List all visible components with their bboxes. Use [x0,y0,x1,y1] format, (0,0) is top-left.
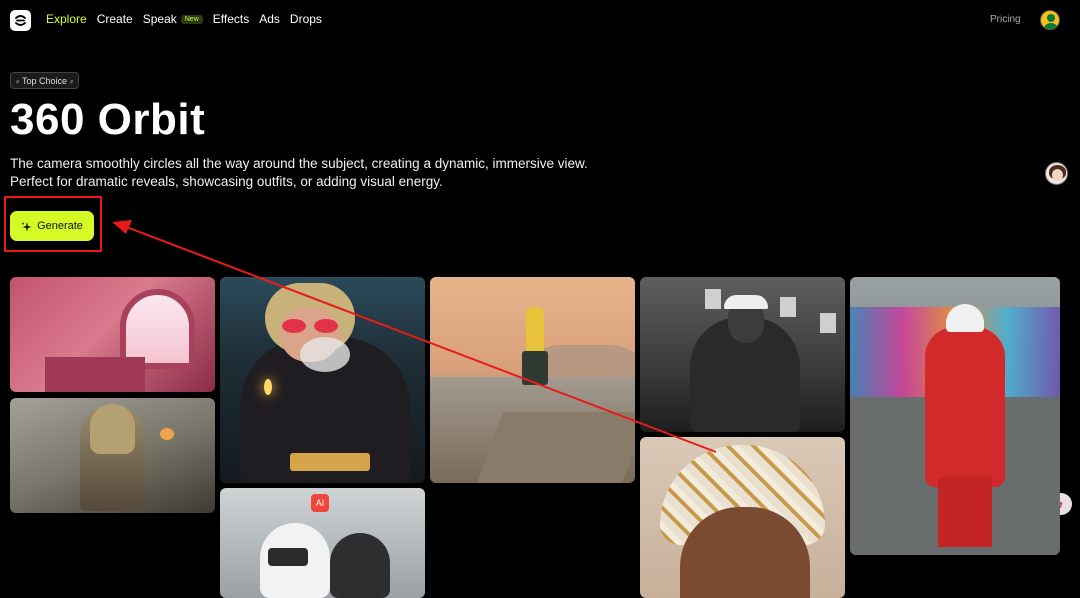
gallery-tile-pier[interactable] [430,277,635,483]
tile-skirt-shape [522,351,548,385]
nav-pricing[interactable]: Pricing [990,14,1021,25]
gallery-tile-robot[interactable]: AI [220,488,425,598]
tile-flame-shape [264,379,272,395]
tile-book-shape [290,453,370,471]
gallery-tile-knight[interactable] [10,398,215,513]
tile-fire-shape [160,428,174,440]
tile-poster-shape [820,313,836,333]
user-avatar[interactable] [1040,10,1060,30]
laurel-right-icon: ⸗ [70,75,74,86]
tile-legs-shape [938,477,992,547]
app-logo-icon[interactable] [10,10,31,31]
tile-poster-shape [705,289,721,309]
top-choice-tag: ⸗ Top Choice ⸗ [10,72,80,89]
new-badge: New [180,15,203,24]
tile-tracksuit-shape [925,327,1005,487]
tile-poster-shape [780,297,796,317]
gallery-tile-pink-room[interactable] [10,277,215,392]
tile-table-shape [45,357,145,392]
tile-girl-shape [526,307,544,355]
annotation-highlight-box [4,196,102,252]
avatar-head-shape [1047,14,1055,22]
gallery-tile-bw-portrait[interactable] [640,277,845,432]
tile-cap-shape [724,295,768,309]
top-nav: Explore Create Speak New Effects Ads Drop… [0,0,1080,40]
tile-smoke-shape [300,337,350,372]
assistant-avatar[interactable] [1045,162,1068,185]
gallery-tile-headwrap[interactable] [640,437,845,598]
tile-knight-helmet-shape [90,404,135,454]
avatar-body-shape [1043,23,1059,29]
nav-speak-label: Speak [142,12,177,26]
nav-speak[interactable]: Speak New [143,12,203,26]
nav-links: Explore Create Speak New Effects Ads Drop… [46,12,322,26]
nav-effects[interactable]: Effects [213,12,249,26]
gallery-tile-smoker[interactable] [220,277,425,483]
nav-explore[interactable]: Explore [46,12,87,26]
laurel-left-icon: ⸗ [16,75,19,86]
page-title: 360 Orbit [10,95,206,144]
tile-pier-shape [477,412,635,483]
gallery-tile-graffiti[interactable] [850,277,1060,555]
assistant-face-shape [1052,169,1063,181]
nav-drops[interactable]: Drops [290,12,322,26]
nav-create[interactable]: Create [97,12,133,26]
tile-heart-glasses-shape [282,319,338,333]
effect-description: The camera smoothly circles all the way … [10,156,588,189]
nav-ads[interactable]: Ads [259,12,280,26]
top-choice-label: Top Choice [22,75,68,86]
tile-dark-figure-shape [330,533,390,598]
ai-badge-icon: AI [311,494,329,512]
tile-visor-shape [268,548,308,566]
